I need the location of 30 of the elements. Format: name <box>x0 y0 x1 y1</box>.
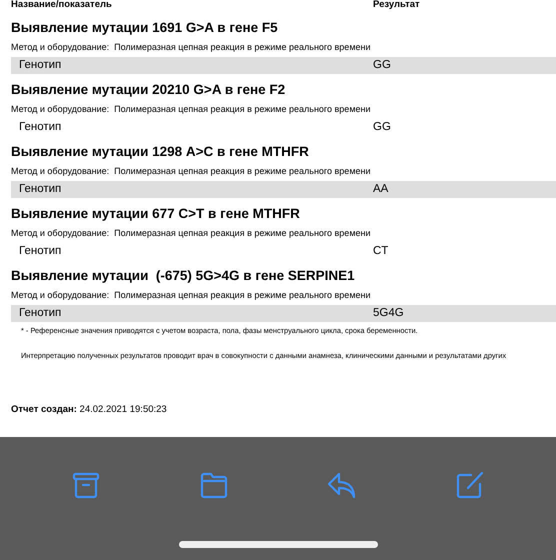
method-value: Полимеразная цепная реакция в режиме реального времени <box>114 42 371 52</box>
test-title: Выявление мутации 1298 A>C в гене MTHFR <box>11 144 310 160</box>
method-value: Полимеразная цепная реакция в режиме реального времени <box>114 166 371 176</box>
method-value: Полимеразная цепная реакция в режиме реального времени <box>114 228 371 238</box>
test-title: Выявление мутации 20210 G>A в гене F2 <box>11 82 286 98</box>
method-label: Метод и оборудование: <box>11 228 110 238</box>
method-label: Метод и оборудование: <box>11 166 110 176</box>
result-value: CT <box>373 244 388 259</box>
column-header: Результат <box>373 0 420 12</box>
test-title: Выявление мутации (-675) 5G>4G в гене SERPINE1 <box>11 268 356 284</box>
method-value: Полимеразная цепная реакция в режиме реального времени <box>114 290 371 300</box>
result-value: AA <box>373 182 388 197</box>
method-label: Метод и оборудование: <box>11 42 110 52</box>
parameter-name: Генотип <box>19 58 62 73</box>
parameter-name: Генотип <box>19 306 62 321</box>
method-value: Полимеразная цепная реакция в режиме реального времени <box>114 104 371 114</box>
method-label: Метод и оборудование: <box>11 290 110 300</box>
test-title: Выявление мутации 1691 G>A в гене F5 <box>11 20 279 36</box>
report-created-value: 24.02.2021 19:50:23 <box>80 404 167 416</box>
parameter-name: Генотип <box>19 244 62 259</box>
column-header: Название/показатель <box>11 0 113 12</box>
result-value: GG <box>373 58 391 73</box>
result-value: 5G4G <box>373 306 404 321</box>
method-label: Метод и оборудование: <box>11 104 110 114</box>
compose-icon[interactable] <box>454 469 486 501</box>
parameter-name: Генотип <box>19 182 62 197</box>
test-title: Выявление мутации 677 C>T в гене MTHFR <box>11 206 301 222</box>
report-created-label: Отчет создан: <box>11 404 77 416</box>
parameter-name: Генотип <box>19 120 62 135</box>
result-value: GG <box>373 120 391 135</box>
